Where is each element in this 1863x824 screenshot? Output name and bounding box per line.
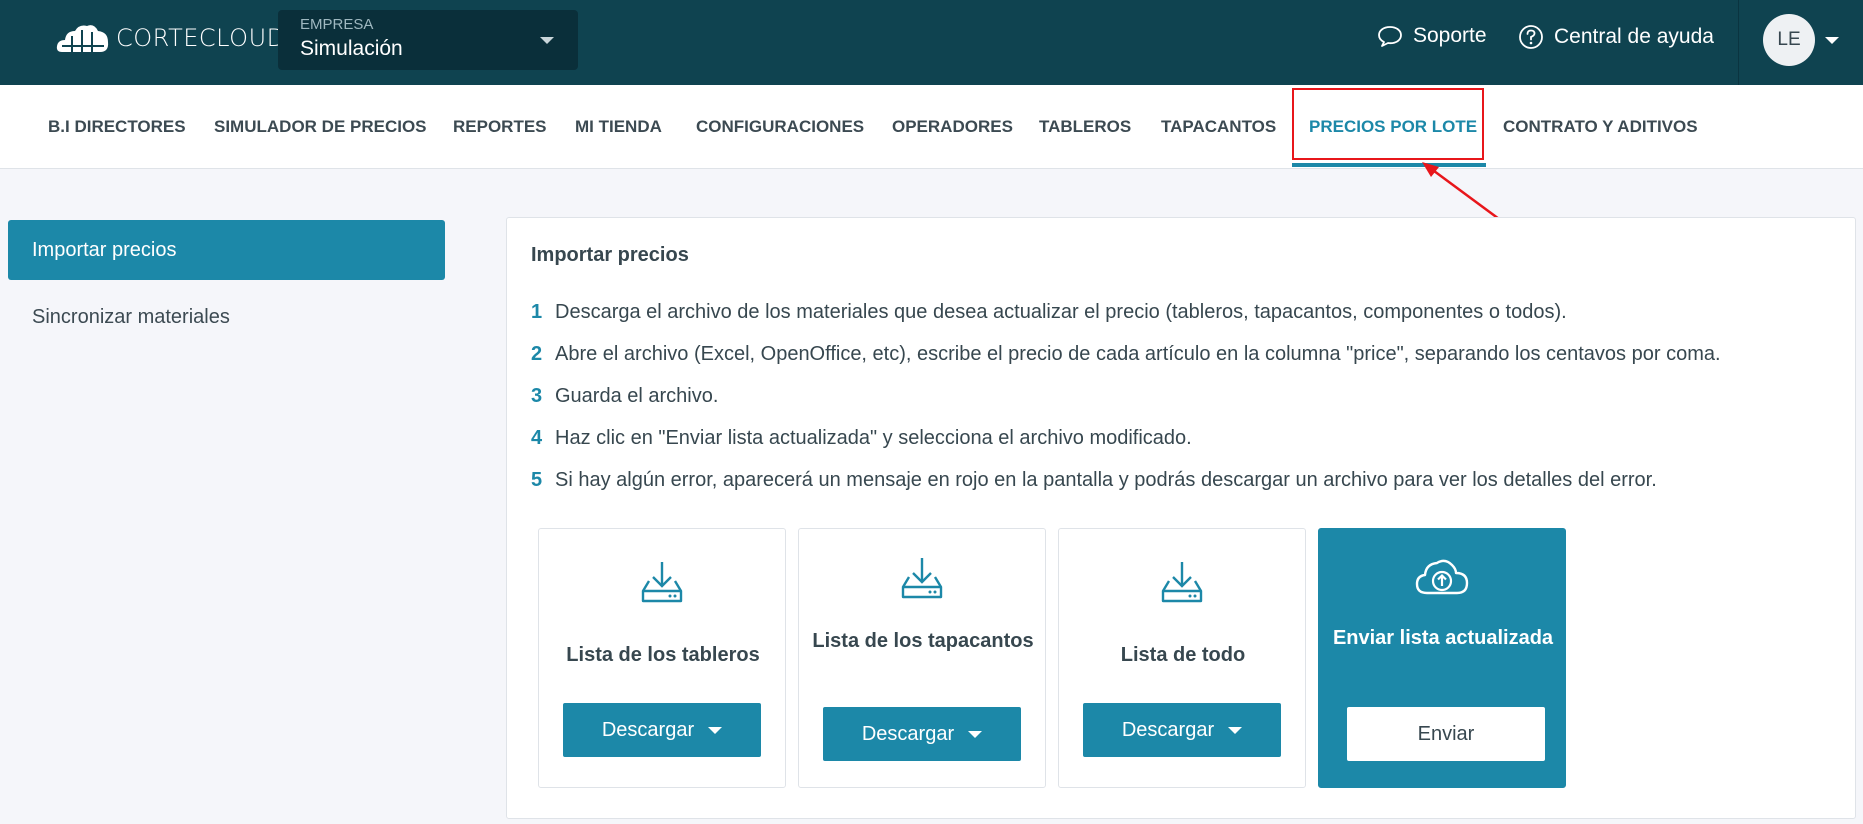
download-icon xyxy=(641,562,683,603)
download-button-label: Descargar xyxy=(1121,718,1215,741)
brand-logo[interactable]: CORTECLOUD xyxy=(56,22,286,54)
step-item: 3 Guarda el archivo. xyxy=(531,385,718,408)
support-link[interactable]: Soporte xyxy=(1377,24,1487,48)
step-item: 2 Abre el archivo (Excel, OpenOffice, etc… xyxy=(531,343,1721,366)
caret-down-icon xyxy=(1228,726,1243,734)
upload-card: Enviar lista actualizada Enviar xyxy=(1318,528,1566,788)
user-menu[interactable]: LE xyxy=(1738,0,1863,85)
download-card-tapacantos: Lista de los tapacantos Descargar xyxy=(798,528,1046,788)
download-button-label: Descargar xyxy=(601,718,695,741)
step-text: Abre el archivo (Excel, OpenOffice, etc)… xyxy=(555,343,1721,365)
cloud-upload-icon xyxy=(1415,559,1469,595)
sidebar-item-sincronizar-materiales[interactable]: Sincronizar materiales xyxy=(8,287,445,347)
chevron-down-icon xyxy=(1825,37,1839,44)
chevron-down-icon xyxy=(540,37,554,44)
nav-item-tableros[interactable]: TABLEROS xyxy=(1039,85,1131,169)
nav-item-simulador-de-precios[interactable]: SIMULADOR DE PRECIOS xyxy=(214,85,427,169)
step-text: Si hay algún error, aparecerá un mensaje… xyxy=(555,469,1657,491)
step-item: 1 Descarga el archivo de los materiales q… xyxy=(531,301,1567,324)
nav-item-mi-tienda[interactable]: MI TIENDA xyxy=(575,85,662,169)
download-card-todo: Lista de todo Descargar xyxy=(1058,528,1306,788)
step-number: 4 xyxy=(531,427,543,449)
nav-item-configuraciones[interactable]: CONFIGURACIONES xyxy=(696,85,864,169)
help-center-link[interactable]: Central de ayuda xyxy=(1518,24,1714,50)
nav-item-bi-directores[interactable]: B.I DIRECTORES xyxy=(48,85,186,169)
nav-item-contrato-y-aditivos[interactable]: CONTRATO Y ADITIVOS xyxy=(1503,85,1698,169)
nav-item-reportes[interactable]: REPORTES xyxy=(453,85,547,169)
step-text: Haz clic en "Enviar lista actualizada" y… xyxy=(555,427,1192,449)
card-title: Lista de los tableros xyxy=(566,644,760,666)
download-button[interactable]: Descargar xyxy=(1083,703,1281,757)
download-icon xyxy=(1161,562,1203,603)
caret-down-icon xyxy=(968,730,983,738)
step-number: 5 xyxy=(531,469,543,491)
question-circle-icon xyxy=(1519,25,1543,49)
main-nav: B.I DIRECTORES SIMULADOR DE PRECIOS REPO… xyxy=(0,85,1863,169)
step-number: 2 xyxy=(531,343,543,365)
card-title: Enviar lista actualizada xyxy=(1332,627,1554,649)
download-button-label: Descargar xyxy=(861,722,955,745)
top-bar: CORTECLOUD EMPRESA Simulación Soporte Ce… xyxy=(0,0,1863,85)
download-icon xyxy=(901,558,943,599)
support-label: Soporte xyxy=(1413,24,1487,47)
download-card-tableros: Lista de los tableros Descargar xyxy=(538,528,786,788)
company-selector[interactable]: EMPRESA Simulación xyxy=(278,10,578,70)
download-button[interactable]: Descargar xyxy=(563,703,761,757)
nav-item-tapacantos[interactable]: TAPACANTOS xyxy=(1161,85,1276,169)
step-number: 3 xyxy=(531,385,543,407)
annotation-highlight-box xyxy=(1292,88,1484,160)
avatar[interactable]: LE xyxy=(1763,14,1815,66)
chat-bubble-icon xyxy=(1378,26,1402,47)
step-text: Descarga el archivo de los materiales qu… xyxy=(555,301,1567,323)
cloud-logo-icon xyxy=(56,25,109,52)
step-item: 4 Haz clic en "Enviar lista actualizada" … xyxy=(531,427,1192,450)
brand-name: CORTECLOUD xyxy=(116,24,286,52)
nav-item-operadores[interactable]: OPERADORES xyxy=(892,85,1013,169)
step-number: 1 xyxy=(531,301,543,323)
step-text: Guarda el archivo. xyxy=(555,385,719,407)
company-value: Simulación xyxy=(300,37,403,60)
sidebar-item-importar-precios[interactable]: Importar precios xyxy=(8,220,445,280)
step-item: 5 Si hay algún error, aparecerá un mensaj… xyxy=(531,469,1657,492)
caret-down-icon xyxy=(708,726,723,734)
card-title: Lista de los tapacantos xyxy=(812,630,1034,652)
card-title: Lista de todo xyxy=(1120,644,1246,666)
import-prices-panel: Importar precios 1 Descarga el archivo de… xyxy=(506,217,1856,819)
panel-title: Importar precios xyxy=(531,244,689,266)
company-label: EMPRESA xyxy=(300,16,374,33)
download-button[interactable]: Descargar xyxy=(823,707,1021,761)
send-button[interactable]: Enviar xyxy=(1347,707,1545,761)
help-center-label: Central de ayuda xyxy=(1554,25,1714,48)
